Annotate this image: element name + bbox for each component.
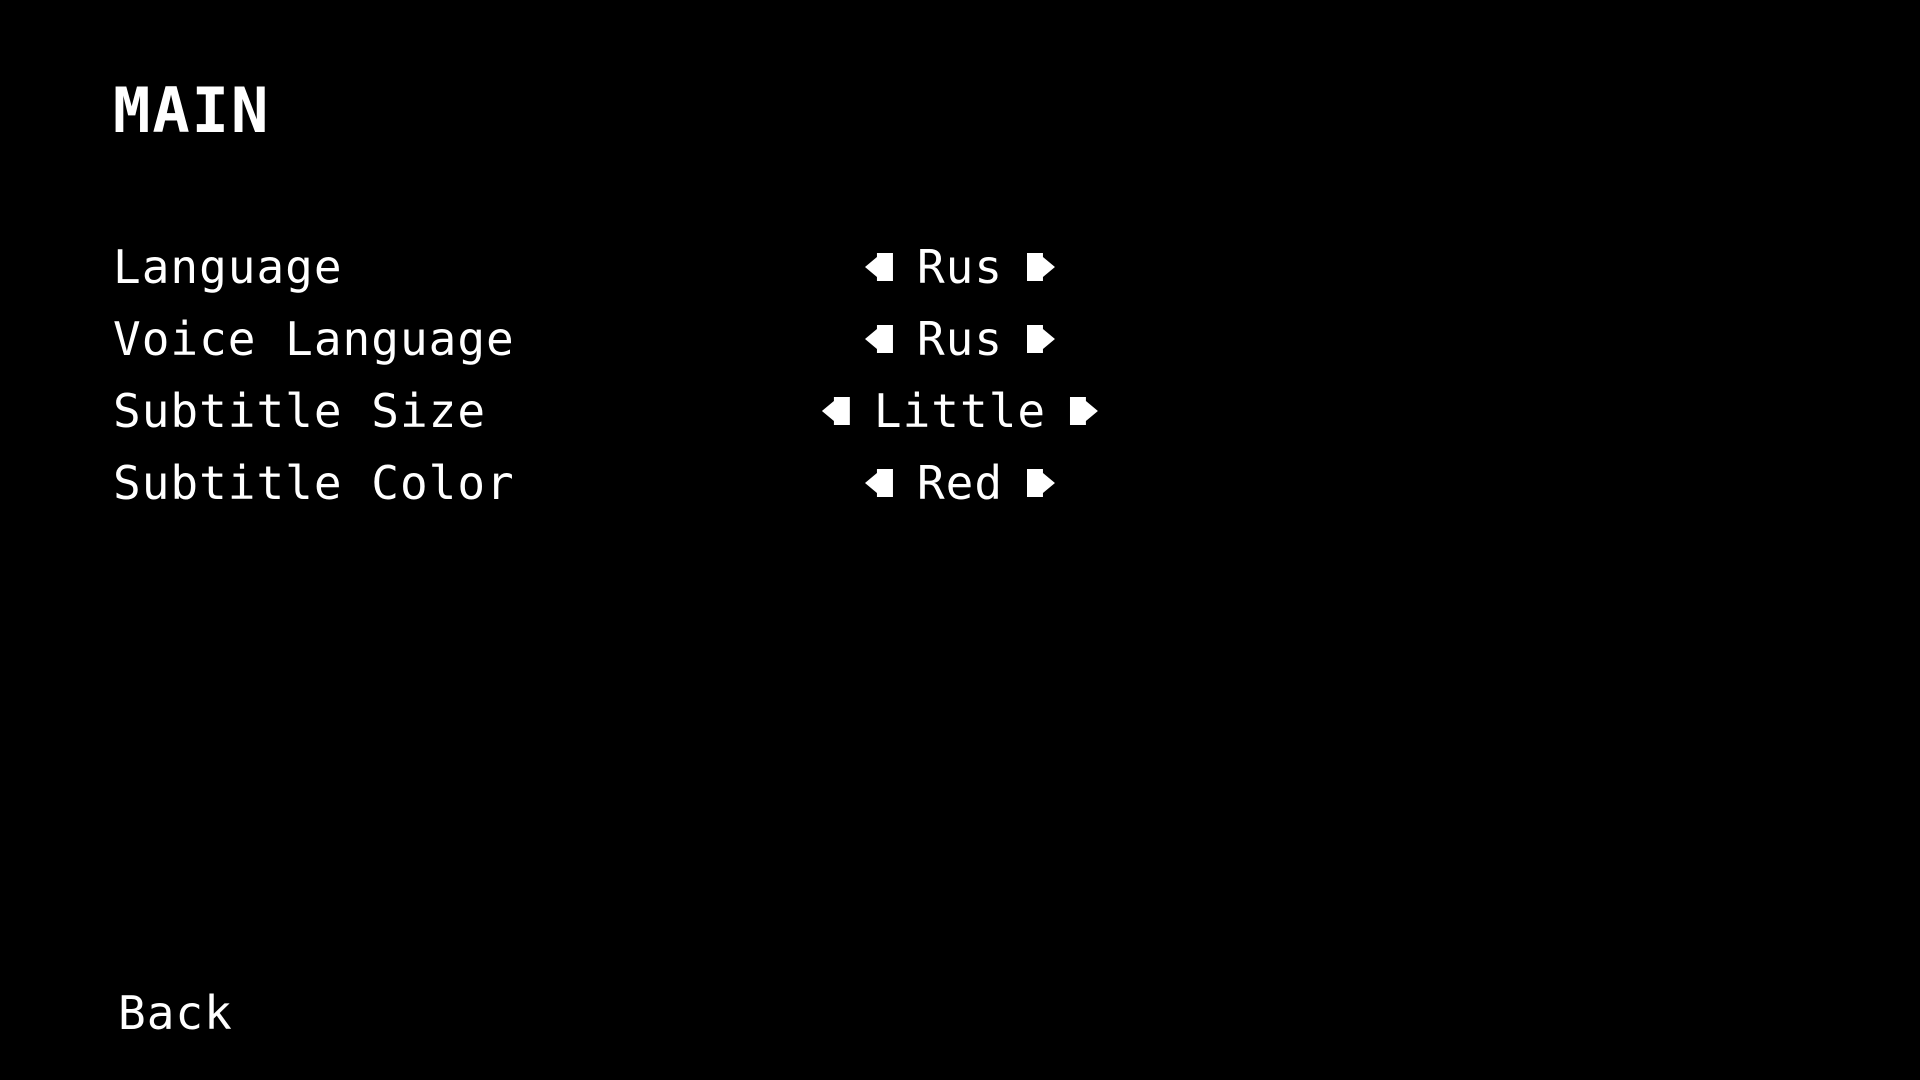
setting-row-subtitle-size[interactable]: Subtitle Size Little — [0, 382, 1920, 454]
setting-row-language[interactable]: Language Rus — [0, 238, 1920, 310]
back-button[interactable]: Back — [118, 984, 233, 1042]
language-selector[interactable]: Rus — [864, 238, 1056, 296]
setting-label-subtitle-size: Subtitle Size — [113, 384, 487, 438]
setting-label-subtitle-color: Subtitle Color — [113, 456, 515, 510]
subtitle-size-selector[interactable]: Little — [821, 382, 1099, 440]
arrow-right-icon[interactable] — [1027, 466, 1056, 500]
subtitle-color-value: Red — [916, 456, 1004, 510]
voice-language-value: Rus — [916, 312, 1004, 366]
arrow-left-icon[interactable] — [864, 466, 893, 500]
arrow-left-icon[interactable] — [821, 394, 850, 428]
arrow-right-icon[interactable] — [1027, 250, 1056, 284]
arrow-left-icon[interactable] — [864, 250, 893, 284]
arrow-left-icon[interactable] — [864, 322, 893, 356]
arrow-right-icon[interactable] — [1027, 322, 1056, 356]
voice-language-selector[interactable]: Rus — [864, 310, 1056, 368]
subtitle-size-value: Little — [873, 384, 1047, 438]
subtitle-color-selector[interactable]: Red — [864, 454, 1056, 512]
page-title: MAIN — [113, 74, 271, 147]
setting-label-voice-language: Voice Language — [113, 312, 515, 366]
setting-row-subtitle-color[interactable]: Subtitle Color Red — [0, 454, 1920, 526]
settings-list: Language Rus Voice Language Rus Subtitle… — [0, 238, 1920, 526]
language-value: Rus — [916, 240, 1004, 294]
arrow-right-icon[interactable] — [1070, 394, 1099, 428]
setting-label-language: Language — [113, 240, 343, 294]
setting-row-voice-language[interactable]: Voice Language Rus — [0, 310, 1920, 382]
